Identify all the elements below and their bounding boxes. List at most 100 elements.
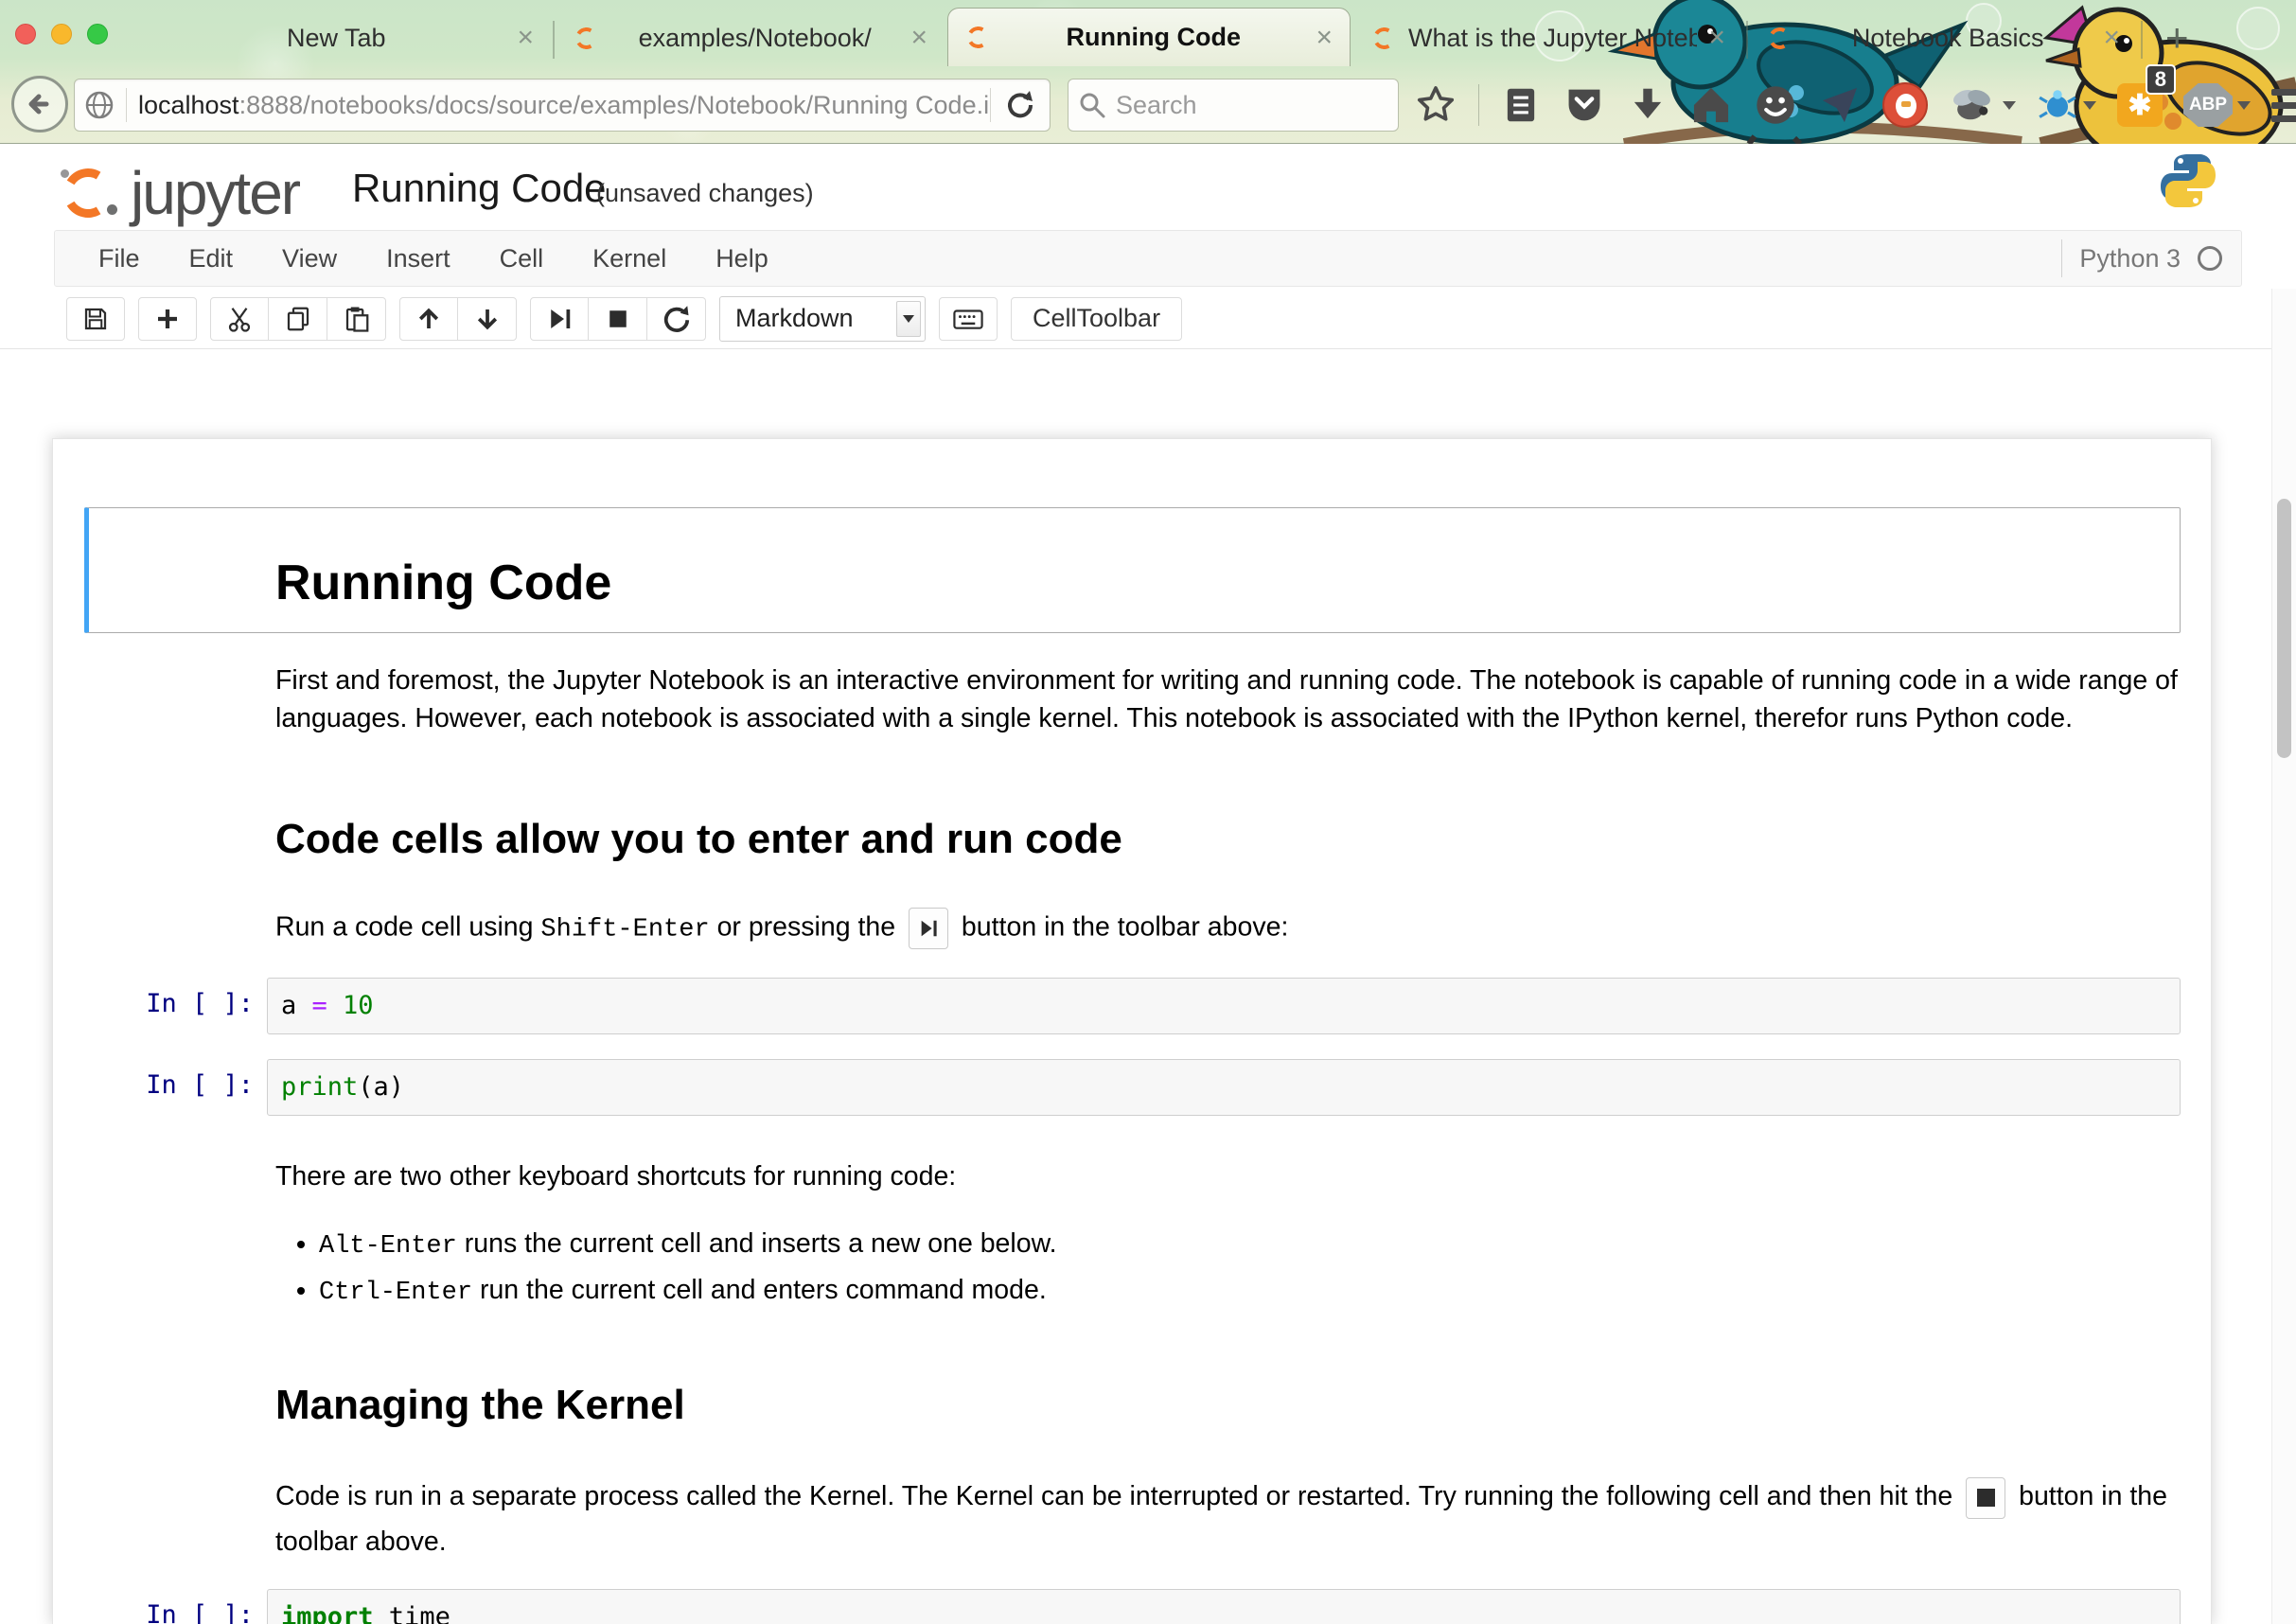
intro-paragraph: First and foremost, the Jupyter Notebook… bbox=[275, 662, 2187, 737]
new-tab-button[interactable]: + bbox=[2165, 23, 2189, 53]
back-button[interactable] bbox=[11, 76, 68, 132]
reload-button[interactable] bbox=[991, 89, 1050, 121]
run-button-inline-image bbox=[909, 908, 948, 949]
pocket-icon[interactable] bbox=[1563, 83, 1606, 127]
addon-fly-icon[interactable] bbox=[1949, 83, 2016, 127]
abp-octagon: ABP bbox=[2183, 83, 2233, 127]
shortcuts-list: Alt-Enter runs the current cell and inse… bbox=[275, 1222, 2187, 1315]
move-cell-down-button[interactable] bbox=[458, 297, 517, 341]
window-minimize-button[interactable] bbox=[51, 24, 72, 44]
menu-insert[interactable]: Insert bbox=[362, 244, 475, 274]
notebook-h1: Running Code bbox=[275, 557, 2172, 609]
addon-count-badge: 8 bbox=[2146, 64, 2176, 95]
restart-kernel-button[interactable] bbox=[647, 297, 706, 341]
jupyter-favicon bbox=[1371, 26, 1397, 51]
jupyter-logo-icon bbox=[59, 164, 117, 222]
bookmark-star-icon[interactable] bbox=[1414, 83, 1457, 127]
move-cell-up-button[interactable] bbox=[399, 297, 458, 341]
addon-puzzle-icon[interactable]: ✱ 8 bbox=[2117, 83, 2163, 127]
feedback-smiley-icon[interactable] bbox=[1754, 83, 1797, 127]
tab-close-icon[interactable]: × bbox=[2103, 24, 2120, 52]
browser-action-icons: ✱ 8 ABP bbox=[1414, 66, 2296, 144]
add-cell-button[interactable] bbox=[138, 297, 197, 341]
input-prompt: In [ ]: bbox=[84, 1059, 267, 1116]
tab-close-icon[interactable]: × bbox=[517, 24, 534, 52]
tab-running-code-active[interactable]: Running Code × bbox=[947, 8, 1351, 66]
input-prompt: In [ ]: bbox=[84, 978, 267, 1034]
window-maximize-button[interactable] bbox=[87, 24, 108, 44]
navigation-toolbar: localhost:8888/notebooks/docs/source/exa… bbox=[0, 66, 2296, 144]
run-instruction-line: Run a code cell using Shift-Enter or pre… bbox=[275, 908, 2187, 949]
code-input[interactable]: import timetime.sleep(10) bbox=[267, 1589, 2181, 1624]
celltoolbar-button[interactable]: CellToolbar bbox=[1011, 297, 1182, 341]
send-to-device-icon[interactable] bbox=[1818, 83, 1862, 127]
page-scrollbar[interactable] bbox=[2271, 289, 2296, 1624]
interrupt-kernel-button[interactable] bbox=[589, 297, 647, 341]
menu-edit[interactable]: Edit bbox=[165, 244, 258, 274]
list-item: Ctrl-Enter run the current cell and ente… bbox=[319, 1268, 2187, 1315]
list-item: Alt-Enter runs the current cell and inse… bbox=[319, 1222, 2187, 1268]
code-cell: In [ ]: a = 10 bbox=[84, 978, 2181, 1034]
menu-kernel[interactable]: Kernel bbox=[568, 244, 691, 274]
tab-label: Running Code bbox=[1002, 23, 1304, 52]
download-icon[interactable] bbox=[1627, 83, 1669, 127]
cell-type-select[interactable]: Markdown bbox=[719, 296, 926, 342]
cut-cell-button[interactable] bbox=[210, 297, 269, 341]
notebook-title[interactable]: Running Code bbox=[352, 166, 607, 211]
adblock-plus-icon[interactable]: ABP bbox=[2183, 83, 2251, 127]
command-palette-button[interactable] bbox=[939, 297, 998, 341]
tab-close-icon[interactable]: × bbox=[1316, 24, 1333, 52]
url-bar[interactable]: localhost:8888/notebooks/docs/source/exa… bbox=[74, 79, 1051, 132]
code-cell: In [ ]: import timetime.sleep(10) bbox=[84, 1589, 2181, 1624]
notebook-toolbar: Markdown CellToolbar bbox=[0, 289, 2296, 349]
menu-divider bbox=[2061, 239, 2062, 277]
tab-strip: New Tab × examples/Notebook/ × Running C… bbox=[0, 0, 2296, 66]
kernel-idle-indicator-icon bbox=[2198, 246, 2222, 271]
url-text: localhost:8888/notebooks/docs/source/exa… bbox=[127, 91, 990, 120]
tab-close-icon[interactable]: × bbox=[1708, 24, 1725, 52]
kernel-paragraph: Code is run in a separate process called… bbox=[275, 1474, 2187, 1564]
url-host: localhost bbox=[138, 91, 239, 119]
save-button[interactable] bbox=[66, 297, 125, 341]
window-close-button[interactable] bbox=[15, 24, 36, 44]
home-icon[interactable] bbox=[1689, 83, 1733, 127]
reading-list-icon[interactable] bbox=[1500, 83, 1542, 127]
run-cell-button[interactable] bbox=[530, 297, 589, 341]
duckduckgo-icon[interactable] bbox=[1882, 82, 1928, 128]
tab-what-is-jupyter[interactable]: What is the Jupyter Notebook × bbox=[1354, 9, 1742, 66]
menu-file[interactable]: File bbox=[74, 244, 165, 274]
tab-new-tab[interactable]: New Tab × bbox=[150, 9, 551, 66]
menu-view[interactable]: View bbox=[257, 244, 362, 274]
addon-bug-icon[interactable] bbox=[2037, 83, 2096, 127]
menu-hamburger-icon[interactable] bbox=[2271, 89, 2296, 122]
site-identity-globe-icon[interactable] bbox=[75, 90, 126, 120]
search-input[interactable] bbox=[1116, 91, 1343, 120]
tab-notebook-basics[interactable]: Notebook Basics × bbox=[1750, 9, 2137, 66]
notebook-container: Running Code First and foremost, the Jup… bbox=[52, 438, 2212, 1624]
search-field[interactable] bbox=[1068, 79, 1399, 132]
scrollbar-thumb[interactable] bbox=[2277, 499, 2291, 758]
markdown-cell-selected[interactable]: Running Code bbox=[84, 507, 2181, 633]
copy-cell-button[interactable] bbox=[269, 297, 327, 341]
tab-separator bbox=[553, 21, 555, 59]
menu-row: File Edit View Insert Cell Kernel Help P… bbox=[0, 230, 2296, 287]
kbd-ctrl-enter: Ctrl-Enter bbox=[319, 1279, 472, 1307]
paste-cell-button[interactable] bbox=[327, 297, 386, 341]
kernel-name: Python 3 bbox=[2079, 244, 2181, 274]
tab-close-icon[interactable]: × bbox=[910, 24, 927, 52]
tab-examples-notebook[interactable]: examples/Notebook/ × bbox=[556, 9, 945, 66]
code-input[interactable]: a = 10 bbox=[267, 978, 2181, 1034]
menu-help[interactable]: Help bbox=[691, 244, 793, 274]
select-arrow-icon bbox=[896, 301, 921, 337]
menu-cell[interactable]: Cell bbox=[475, 244, 569, 274]
jupyter-logo[interactable]: jupyter bbox=[59, 158, 299, 228]
dropdown-arrow-icon bbox=[2003, 101, 2016, 110]
input-prompt: In [ ]: bbox=[84, 1589, 267, 1624]
cell-type-value: Markdown bbox=[735, 304, 854, 333]
checkpoint-status: (unsaved changes) bbox=[596, 179, 814, 208]
code-input[interactable]: print(a) bbox=[267, 1059, 2181, 1116]
toolbar-separator bbox=[1478, 84, 1479, 126]
stop-button-inline-image bbox=[1966, 1477, 2005, 1519]
tab-separator bbox=[2141, 21, 2143, 59]
window-controls bbox=[15, 24, 108, 44]
